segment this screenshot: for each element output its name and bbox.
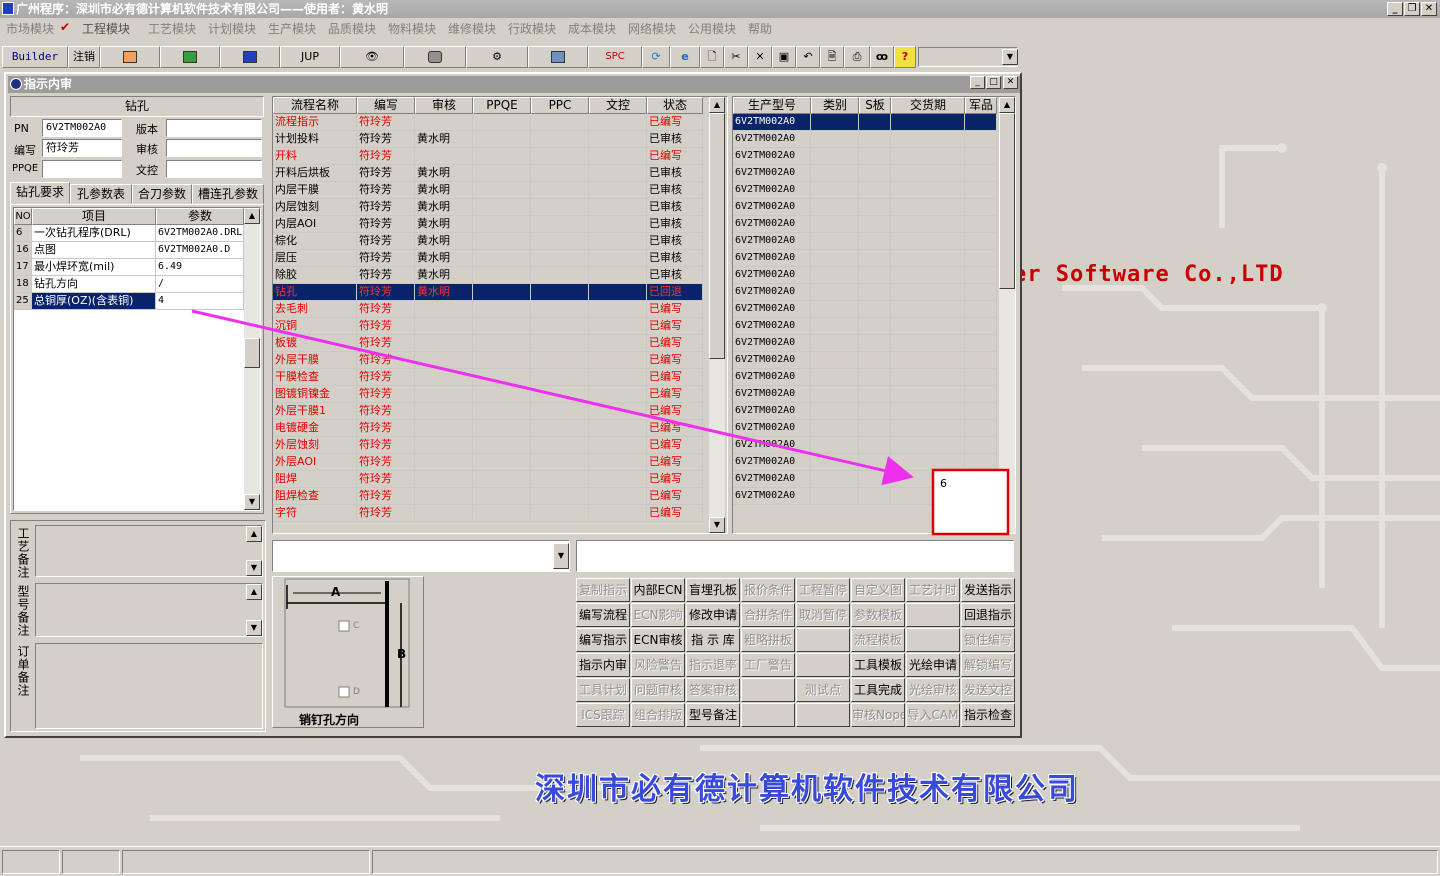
annotation-arrow [191, 309, 914, 486]
status-pane-2 [62, 850, 120, 874]
tab-drill-requirements[interactable]: 钻孔要求 [10, 182, 70, 204]
status-bar [0, 846, 1440, 876]
callout-value: 6 [940, 477, 947, 490]
status-pane-1 [2, 850, 60, 874]
annotation-overlay [191, 309, 1010, 536]
status-pane-3 [122, 850, 370, 874]
status-pane-4 [372, 850, 1438, 874]
